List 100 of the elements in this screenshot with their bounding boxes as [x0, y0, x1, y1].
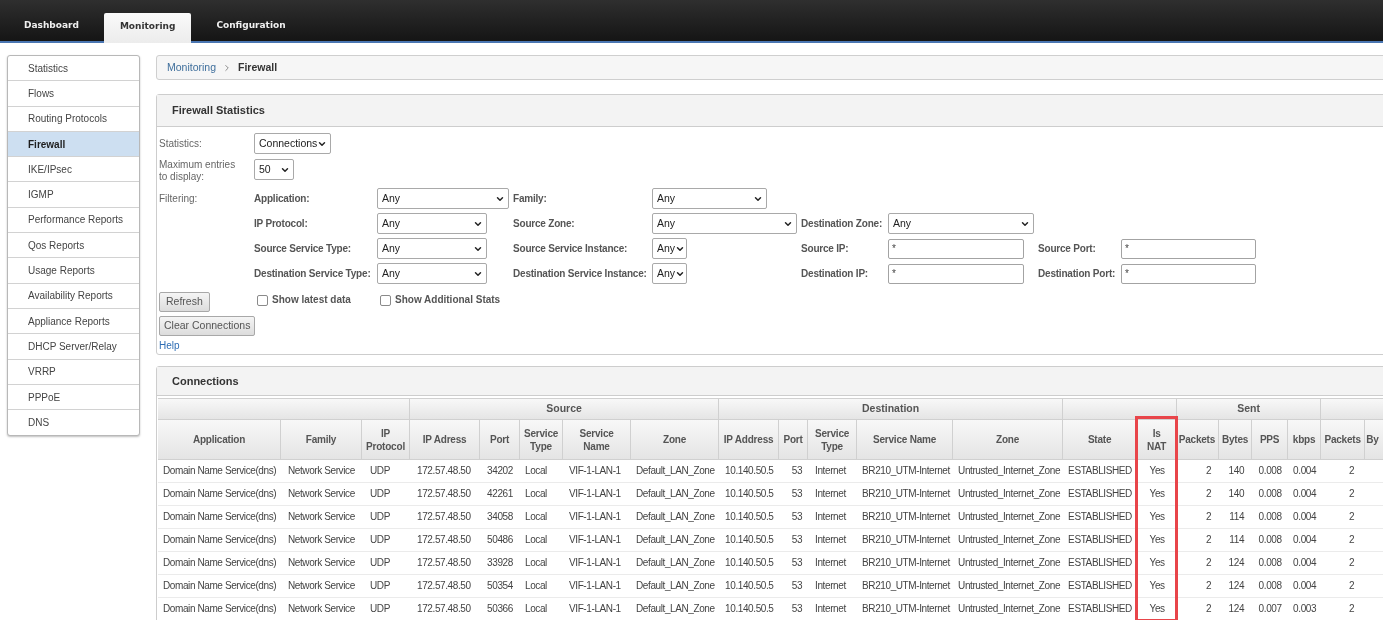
column-header[interactable]: Zone: [631, 420, 720, 460]
dropdown[interactable]: Any: [377, 188, 509, 209]
refresh-button[interactable]: Refresh: [159, 291, 210, 312]
sidebar-item[interactable]: Routing Protocols: [8, 106, 139, 132]
column-header[interactable]: Is NAT: [1137, 420, 1178, 460]
table-cell: 172.57.48.50: [410, 483, 480, 506]
sidebar-item[interactable]: PPPoE: [8, 384, 139, 411]
table-cell: 114: [1219, 506, 1253, 529]
help-link[interactable]: Help: [159, 340, 180, 352]
column-group-header: Source: [410, 398, 720, 420]
table-cell: Untrusted_Internet_Zone: [953, 598, 1064, 620]
table-cell: 33928: [480, 552, 520, 575]
nav-tab[interactable]: Configuration: [200, 12, 302, 41]
sidebar-item[interactable]: Firewall: [8, 131, 139, 158]
table-cell: Network Service: [281, 506, 362, 529]
column-header[interactable]: Bytes: [1219, 420, 1253, 460]
table-cell: Domain Name Service(dns): [158, 529, 281, 552]
column-header[interactable]: kbps: [1288, 420, 1322, 460]
sidebar-item[interactable]: Flows: [8, 81, 139, 107]
checkbox[interactable]: [257, 294, 268, 306]
nav-tab[interactable]: Monitoring: [103, 13, 192, 43]
table-cell: Internet: [808, 598, 858, 620]
table-cell: 172.57.48.50: [410, 529, 480, 552]
table-cell: 10.140.50.5: [719, 529, 780, 552]
table-cell: 0.004: [1288, 506, 1322, 529]
table-cell: VIF-1-LAN-1: [563, 552, 631, 575]
breadcrumb-link[interactable]: Monitoring: [167, 59, 217, 76]
checkbox-label: Show latest data: [272, 294, 351, 306]
table-cell: 0.008: [1252, 506, 1289, 529]
table-cell: ESTABLISHED: [1063, 483, 1138, 506]
column-header[interactable]: Service Type: [520, 420, 563, 460]
table-cell: 0.008: [1252, 552, 1289, 575]
column-header[interactable]: Family: [281, 420, 362, 460]
column-header[interactable]: IP Address: [719, 420, 780, 460]
dropdown[interactable]: Any: [377, 238, 487, 259]
column-header[interactable]: By: [1365, 420, 1383, 460]
field-label: Statistics:: [159, 137, 203, 151]
sidebar-item[interactable]: IGMP: [8, 182, 139, 208]
column-header[interactable]: Port: [779, 420, 809, 460]
column-header[interactable]: IP Protocol: [362, 420, 410, 460]
dropdown[interactable]: Any: [652, 213, 797, 234]
dropdown[interactable]: Connections: [254, 133, 331, 154]
sidebar-item[interactable]: IKE/IPsec: [8, 157, 139, 183]
table-cell: 172.57.48.50: [410, 598, 480, 620]
column-header[interactable]: Zone: [953, 420, 1064, 460]
column-header[interactable]: Application: [158, 420, 281, 460]
table-cell: 124: [1219, 575, 1253, 598]
table-cell: 0.008: [1252, 575, 1289, 598]
dropdown[interactable]: Any: [652, 263, 687, 284]
dropdown[interactable]: Any: [652, 188, 767, 209]
table-cell: VIF-1-LAN-1: [563, 506, 631, 529]
sidebar-item[interactable]: Statistics: [8, 56, 139, 82]
sidebar-item[interactable]: Performance Reports: [8, 207, 139, 234]
table-cell: Yes: [1137, 483, 1178, 506]
table-cell: 2: [1177, 575, 1220, 598]
column-header[interactable]: PPS: [1252, 420, 1289, 460]
column-header[interactable]: Service Name: [857, 420, 954, 460]
column-header[interactable]: Packets: [1177, 420, 1220, 460]
table-cell: VIF-1-LAN-1: [563, 598, 631, 620]
table-cell: UDP: [362, 460, 410, 483]
table-cell: UDP: [362, 552, 410, 575]
sidebar-item[interactable]: Appliance Reports: [8, 308, 139, 335]
table-cell: ESTABLISHED: [1063, 598, 1138, 620]
column-header[interactable]: IP Adress: [410, 420, 480, 460]
sidebar-item[interactable]: Qos Reports: [8, 233, 139, 259]
dropdown[interactable]: Any: [377, 263, 487, 284]
checkbox[interactable]: [380, 294, 391, 306]
text-field[interactable]: *: [1121, 238, 1256, 259]
sidebar-item[interactable]: Usage Reports: [8, 258, 139, 284]
text-field[interactable]: *: [1121, 263, 1256, 284]
column-header[interactable]: Packets: [1321, 420, 1366, 460]
column-header[interactable]: Port: [480, 420, 520, 460]
table-cell: 2: [1177, 460, 1220, 483]
table-cell: 0.004: [1288, 575, 1322, 598]
dropdown[interactable]: Any: [652, 238, 687, 259]
table-cell: 2: [1177, 598, 1220, 620]
table-cell: 50486: [480, 529, 520, 552]
text-field[interactable]: *: [888, 238, 1024, 259]
table-cell: 53: [779, 529, 809, 552]
sidebar-item[interactable]: VRRP: [8, 359, 139, 385]
table-cell: 53: [779, 552, 809, 575]
table-cell: 10.140.50.5: [719, 460, 780, 483]
sidebar-item[interactable]: Availability Reports: [8, 283, 139, 309]
dropdown[interactable]: 50: [254, 159, 294, 180]
text-field[interactable]: *: [888, 263, 1024, 284]
table-cell: 2: [1177, 506, 1220, 529]
table-cell: BR210_UTM-Internet: [857, 483, 954, 506]
sidebar-item[interactable]: DHCP Server/Relay: [8, 334, 139, 360]
table-cell: Domain Name Service(dns): [158, 552, 281, 575]
table-cell: 140: [1219, 483, 1253, 506]
column-header[interactable]: Service Name: [563, 420, 631, 460]
dropdown[interactable]: Any: [888, 213, 1034, 234]
clear-connections-button[interactable]: Clear Connections: [159, 316, 256, 336]
dropdown[interactable]: Any: [377, 213, 487, 234]
column-header[interactable]: State: [1063, 420, 1138, 460]
nav-tab[interactable]: Dashboard: [8, 12, 95, 41]
table-cell: Local: [520, 575, 563, 598]
table-cell: ESTABLISHED: [1063, 529, 1138, 552]
sidebar-item[interactable]: DNS: [8, 410, 139, 436]
column-header[interactable]: Service Type: [808, 420, 858, 460]
